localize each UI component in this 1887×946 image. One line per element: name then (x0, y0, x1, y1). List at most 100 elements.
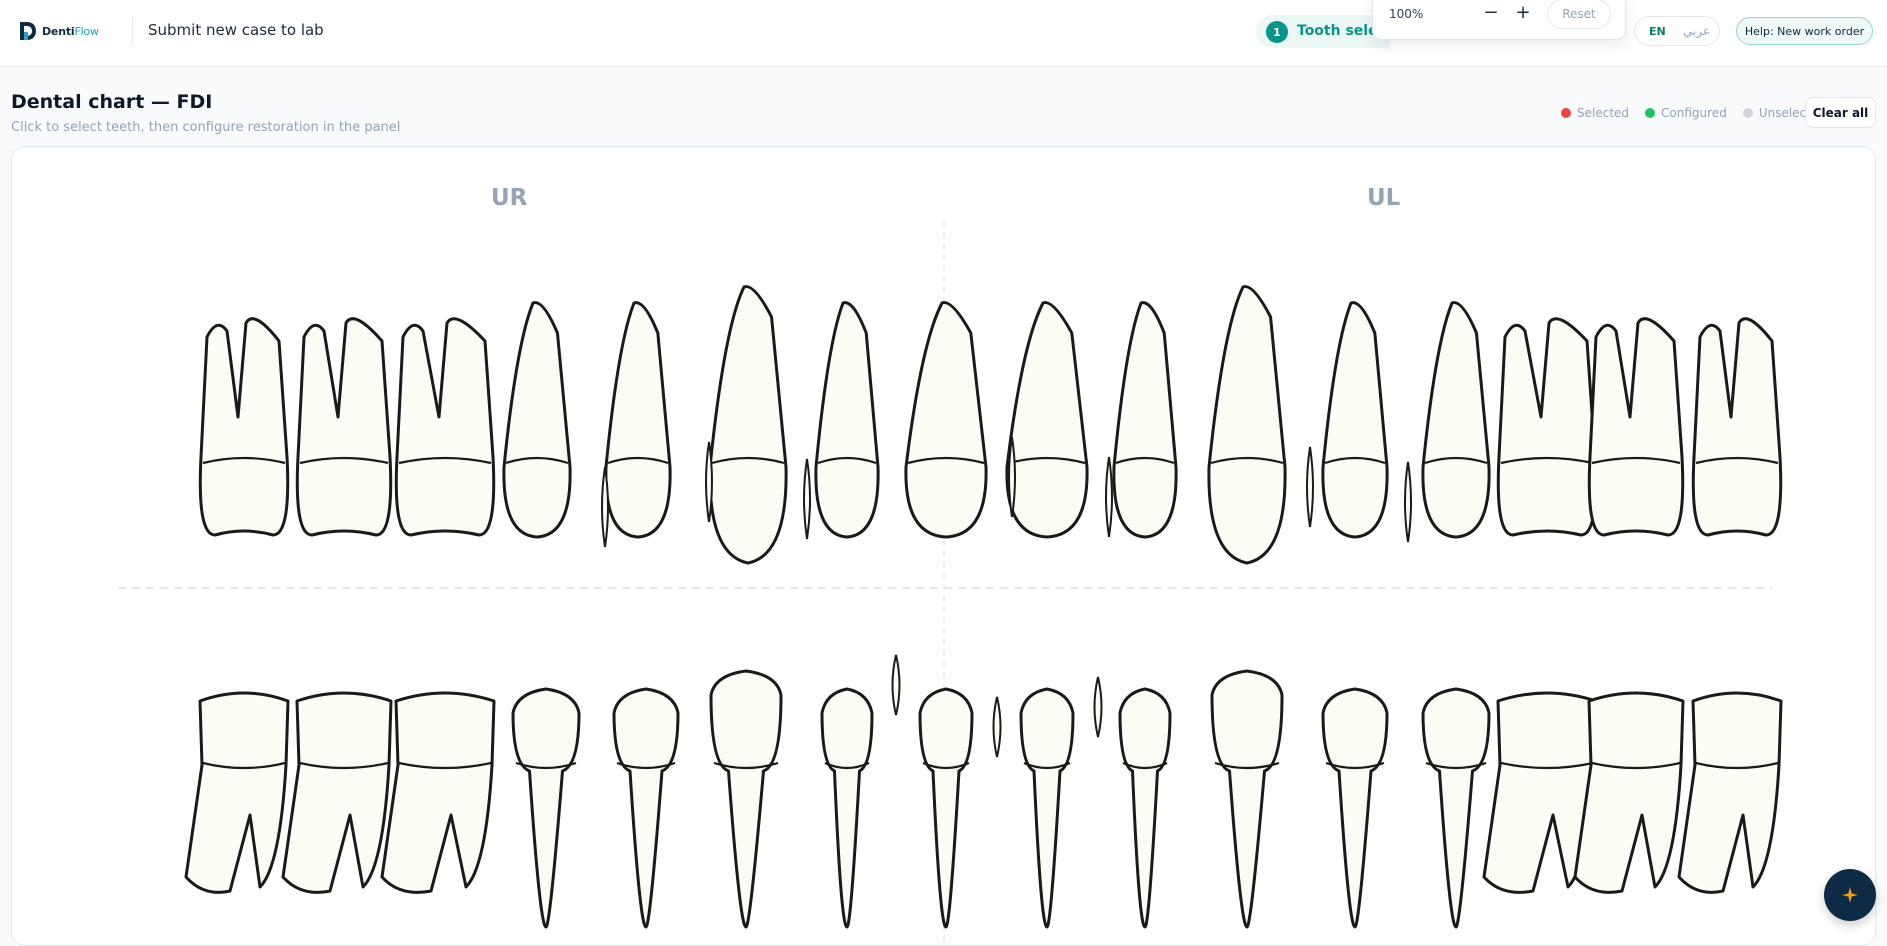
contact-sliver-upper-6 (1306, 446, 1314, 528)
tooth-48[interactable] (184, 691, 290, 894)
tooth-22[interactable] (1112, 301, 1178, 539)
legend-unselected-dot (1742, 108, 1753, 118)
contact-sliver-lower-3 (1093, 676, 1103, 738)
tooth-35-outline (1421, 687, 1491, 929)
tooth-45-outline (511, 687, 581, 929)
tooth-37[interactable] (1573, 691, 1685, 894)
legend-selected: Selected (1561, 106, 1629, 120)
tooth-27[interactable] (1587, 317, 1685, 537)
chart-subtitle: Click to select teeth, then configure re… (11, 120, 401, 135)
chart-legend: Selected Configured Unselected (1561, 106, 1826, 120)
tooth-14-outline (604, 301, 672, 539)
tooth-12-outline (814, 301, 880, 539)
tooth-47-outline (281, 691, 393, 894)
legend-configured: Configured (1645, 106, 1727, 120)
tooth-35[interactable] (1421, 687, 1491, 929)
tooth-11[interactable] (904, 301, 988, 539)
brand-name-part1: Denti (42, 24, 75, 38)
tooth-26[interactable] (1496, 317, 1598, 537)
tooth-18[interactable] (198, 317, 290, 537)
tooth-42-outline (820, 687, 874, 929)
contact-sliver-lower-1 (891, 654, 901, 716)
zoom-controls: 100% − + Reset (1372, 0, 1626, 40)
zoom-level: 100% (1389, 7, 1424, 21)
tooth-24[interactable] (1321, 301, 1389, 539)
contact-sliver-upper-7 (1404, 461, 1412, 543)
zoom-reset-button[interactable]: Reset (1547, 0, 1611, 29)
tooth-48-outline (184, 691, 290, 894)
legend-selected-dot (1561, 108, 1571, 118)
contact-sliver-upper-3 (803, 458, 811, 540)
zoom-out-button[interactable]: − (1480, 2, 1502, 24)
step-indicator[interactable]: 1 Tooth selection (1256, 15, 1390, 48)
tooth-17-outline (295, 317, 393, 537)
tooth-33[interactable] (1210, 669, 1284, 929)
tooth-25[interactable] (1421, 301, 1491, 539)
tooth-21[interactable] (1005, 301, 1089, 539)
tooth-28-outline (1691, 317, 1783, 537)
tooth-32[interactable] (1118, 687, 1172, 929)
tooth-44[interactable] (612, 687, 680, 929)
tooth-34[interactable] (1321, 687, 1389, 929)
app-logo[interactable]: DentiFlow (18, 20, 99, 42)
tooth-18-outline (198, 317, 290, 537)
language-ar-option[interactable]: عربي (1683, 24, 1710, 38)
contact-sliver-upper-4 (1008, 436, 1016, 518)
clear-all-button[interactable]: Clear all (1805, 97, 1876, 128)
tooth-42[interactable] (820, 687, 874, 929)
brand-name-part2: Flow (74, 24, 99, 38)
tooth-38[interactable] (1677, 691, 1783, 894)
zoom-in-button[interactable]: + (1512, 2, 1534, 24)
legend-configured-dot (1645, 108, 1656, 118)
tooth-chart (118, 221, 1783, 945)
chart-title: Dental chart — FDI (11, 91, 213, 113)
tooth-41-outline (918, 687, 974, 929)
tooth-38-outline (1677, 691, 1783, 894)
tooth-16[interactable] (394, 317, 496, 537)
tooth-28[interactable] (1691, 317, 1783, 537)
tooth-44-outline (612, 687, 680, 929)
dental-chart-panel: UR UL (11, 146, 1876, 946)
contact-sliver-upper-5 (1105, 456, 1113, 538)
legend-configured-label: Configured (1661, 106, 1727, 120)
tooth-22-outline (1112, 301, 1178, 539)
tooth-27-outline (1587, 317, 1685, 537)
tooth-33-outline (1210, 669, 1284, 929)
tooth-41[interactable] (918, 687, 974, 929)
logo-icon (20, 22, 36, 40)
tooth-14[interactable] (604, 301, 672, 539)
tooth-32-outline (1118, 687, 1172, 929)
language-en-option[interactable]: EN (1649, 25, 1666, 38)
legend-selected-label: Selected (1577, 106, 1630, 120)
tooth-17[interactable] (295, 317, 393, 537)
contact-sliver-upper-2 (705, 441, 713, 523)
contact-sliver-lower-2 (992, 696, 1002, 758)
tooth-24-outline (1321, 301, 1389, 539)
tooth-31[interactable] (1019, 687, 1075, 929)
brand-name: DentiFlow (42, 25, 99, 38)
tooth-47[interactable] (281, 691, 393, 894)
tooth-25-outline (1421, 301, 1491, 539)
tooth-46[interactable] (380, 691, 496, 894)
header-divider (132, 17, 133, 45)
tooth-11-outline (904, 301, 988, 539)
tooth-12[interactable] (814, 301, 880, 539)
language-toggle[interactable]: EN عربي (1634, 16, 1720, 46)
tooth-13[interactable] (708, 285, 788, 565)
tooth-45[interactable] (511, 687, 581, 929)
tooth-23-outline (1207, 285, 1287, 565)
tooth-46-outline (380, 691, 496, 894)
tooth-43[interactable] (709, 669, 783, 929)
step-number: 1 (1266, 21, 1288, 43)
help-button[interactable]: Help: New work order (1736, 17, 1873, 45)
tooth-26-outline (1496, 317, 1598, 537)
contact-sliver-upper-1 (601, 466, 609, 548)
tooth-43-outline (709, 669, 783, 929)
assistant-button[interactable] (1824, 869, 1876, 921)
tooth-23[interactable] (1207, 285, 1287, 565)
tooth-13-outline (708, 285, 788, 565)
sparkle-icon (1842, 887, 1858, 903)
tooth-15[interactable] (502, 301, 572, 539)
tooth-15-outline (502, 301, 572, 539)
page-title: Submit new case to lab (148, 21, 324, 39)
